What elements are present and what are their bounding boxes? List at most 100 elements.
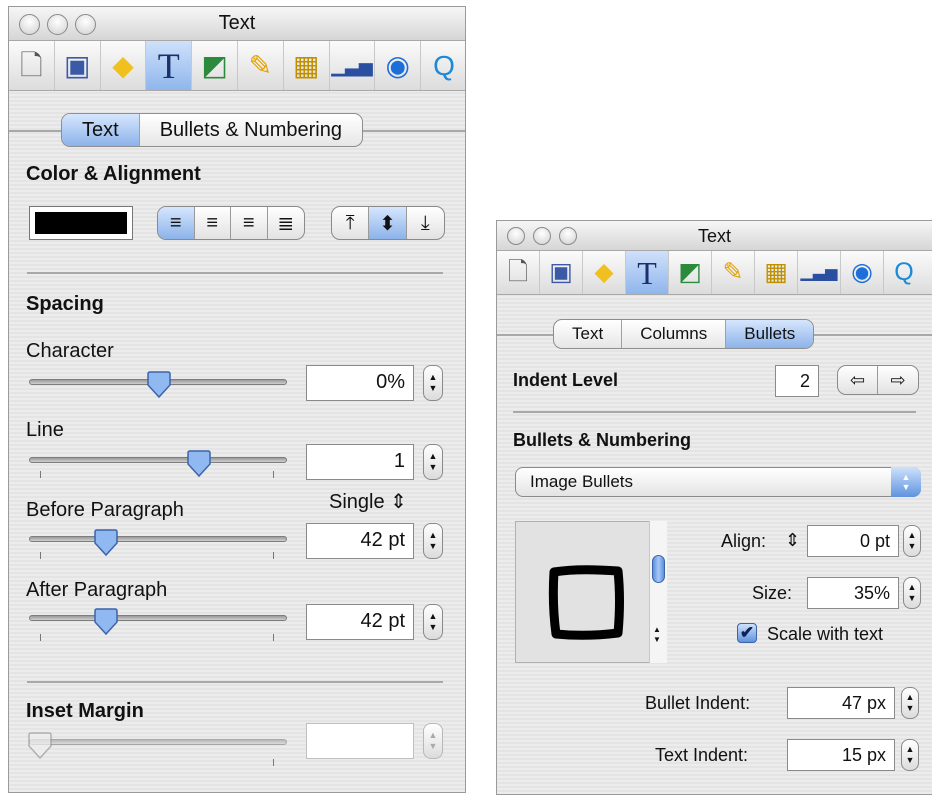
after-paragraph-label: After Paragraph <box>26 579 168 601</box>
decrease-indent-button[interactable]: ⇦ <box>838 366 879 394</box>
slide-icon: ▣ <box>63 49 91 81</box>
build-icon: ◉ <box>851 258 873 286</box>
line-spacing-mode-popup[interactable]: Single ⇕ <box>329 489 407 514</box>
align-top-button[interactable]: ⤒ <box>332 207 370 239</box>
table-icon: ▦ <box>292 49 320 81</box>
build-inspector-button[interactable]: ◉ <box>841 251 884 294</box>
chart-inspector-button[interactable]: ▁▃▅ <box>798 251 841 294</box>
scrollbar-thumb[interactable] <box>652 555 665 583</box>
tab-columns[interactable]: Columns <box>622 320 727 348</box>
stepper-down-icon: ▼ <box>428 741 438 751</box>
window-title: Text <box>218 12 256 34</box>
align-center-button[interactable]: ≡ <box>195 207 231 239</box>
align-right-button[interactable]: ≡ <box>231 207 268 239</box>
transition-inspector-button[interactable]: ◆ <box>583 251 626 294</box>
indent-level-field[interactable]: 2 <box>775 365 819 397</box>
title-bar[interactable]: Text <box>497 221 932 251</box>
inset-margin-slider-track[interactable] <box>29 739 287 745</box>
document-inspector-button[interactable]: 🗋 <box>9 41 55 90</box>
stepper-up-icon: ▲ <box>907 530 917 540</box>
bullet-image-icon <box>548 565 624 640</box>
size-stepper[interactable]: ▲ ▼ <box>903 577 921 609</box>
text-tabs: Text Columns Bullets <box>553 319 815 349</box>
after-paragraph-slider-thumb[interactable] <box>93 608 119 636</box>
scroll-arrows-icon[interactable]: ▲ ▼ <box>653 625 661 645</box>
build-inspector-button[interactable]: ◉ <box>375 41 422 90</box>
after-paragraph-field[interactable]: 42 pt <box>306 604 414 640</box>
scale-with-text-checkbox[interactable]: ✔ <box>737 623 757 643</box>
after-paragraph-slider-track[interactable] <box>29 615 287 621</box>
section-divider <box>27 272 443 274</box>
increase-indent-button[interactable]: ⇨ <box>878 366 918 394</box>
slide-inspector-button[interactable]: ▣ <box>55 41 101 90</box>
tab-text[interactable]: Text <box>554 320 623 348</box>
text-indent-stepper[interactable]: ▲ ▼ <box>901 739 919 771</box>
line-stepper[interactable]: ▲ ▼ <box>423 444 443 480</box>
align-field[interactable]: 0 pt <box>807 525 899 557</box>
text-inspector-window: Text 🗋 ▣ ◆ T ◩ ✎ ▦ ▁▃▅ ◉ Q Text Bullets … <box>8 6 466 793</box>
character-stepper[interactable]: ▲ ▼ <box>423 365 443 401</box>
before-paragraph-label: Before Paragraph <box>26 499 184 521</box>
justify-button[interactable]: ≣ <box>268 207 304 239</box>
inset-margin-slider-thumb[interactable] <box>27 732 53 760</box>
right-arrow-icon: ⇨ <box>890 369 906 390</box>
text-inspector-button[interactable]: T <box>626 251 669 294</box>
align-stepper[interactable]: ▲ ▼ <box>903 525 921 557</box>
stepper-up-icon: ▲ <box>905 692 915 702</box>
tab-bullets-numbering[interactable]: Bullets & Numbering <box>140 114 362 146</box>
title-bar[interactable]: Text <box>9 7 465 41</box>
line-spacing-field[interactable]: 1 <box>306 444 414 480</box>
text-indent-label: Text Indent: <box>655 745 749 765</box>
text-inspector-button[interactable]: T <box>146 41 193 90</box>
metrics-inspector-button[interactable]: ✎ <box>712 251 755 294</box>
before-paragraph-slider-track[interactable] <box>29 536 287 542</box>
line-slider-thumb[interactable] <box>186 450 212 478</box>
line-slider-track[interactable] <box>29 457 287 463</box>
bullet-indent-field[interactable]: 47 px <box>787 687 895 719</box>
inset-margin-field[interactable] <box>306 723 414 759</box>
tab-text[interactable]: Text <box>62 114 140 146</box>
build-icon: ◉ <box>385 49 410 81</box>
chart-inspector-button[interactable]: ▁▃▅ <box>330 41 376 90</box>
metrics-inspector-button[interactable]: ✎ <box>238 41 284 90</box>
before-paragraph-field[interactable]: 42 pt <box>306 523 414 559</box>
after-paragraph-stepper[interactable]: ▲ ▼ <box>423 604 443 640</box>
table-inspector-button[interactable]: ▦ <box>284 41 330 90</box>
bullet-indent-stepper[interactable]: ▲ ▼ <box>901 687 919 719</box>
text-indent-field[interactable]: 15 px <box>787 739 895 771</box>
character-spacing-field[interactable]: 0% <box>306 365 414 401</box>
document-inspector-button[interactable]: 🗋 <box>497 251 540 294</box>
section-divider <box>513 411 916 413</box>
character-slider-thumb[interactable] <box>146 371 172 399</box>
graphic-inspector-button[interactable]: ◩ <box>669 251 712 294</box>
bullet-image-well[interactable] <box>515 521 667 663</box>
graphic-inspector-button[interactable]: ◩ <box>192 41 238 90</box>
align-bottom-button[interactable]: ⤓ <box>407 207 444 239</box>
popup-arrows-icon: ▲ ▼ <box>891 467 921 497</box>
stepper-up-icon: ▲ <box>905 744 915 754</box>
quicktime-inspector-button[interactable]: Q <box>884 251 924 294</box>
stepper-up-icon: ▲ <box>428 611 438 621</box>
align-left-button[interactable]: ≡ <box>158 207 195 239</box>
bullet-image-scrollbar[interactable]: ▲ ▼ <box>649 521 667 663</box>
table-inspector-button[interactable]: ▦ <box>755 251 798 294</box>
tab-bullets[interactable]: Bullets <box>726 320 814 348</box>
before-paragraph-slider-thumb[interactable] <box>93 529 119 557</box>
ruler-icon: ✎ <box>248 49 273 81</box>
text-color-well[interactable] <box>29 206 133 240</box>
horizontal-alignment-control: ≡ ≡ ≡ ≣ <box>157 206 305 240</box>
align-middle-button[interactable]: ⬍ <box>369 207 407 239</box>
inset-margin-stepper[interactable]: ▲ ▼ <box>423 723 443 759</box>
slider-tick <box>40 552 41 559</box>
size-field[interactable]: 35% <box>807 577 899 609</box>
stepper-down-icon: ▼ <box>905 703 915 713</box>
slide-inspector-button[interactable]: ▣ <box>540 251 583 294</box>
slider-tick <box>273 634 274 641</box>
bullet-type-popup[interactable]: Image Bullets ▲ ▼ <box>515 467 921 497</box>
before-paragraph-stepper[interactable]: ▲ ▼ <box>423 523 443 559</box>
quicktime-inspector-button[interactable]: Q <box>421 41 467 90</box>
line-label: Line <box>26 419 64 441</box>
transition-icon: ◆ <box>112 49 134 81</box>
transition-inspector-button[interactable]: ◆ <box>101 41 147 90</box>
stepper-down-icon: ▼ <box>905 755 915 765</box>
